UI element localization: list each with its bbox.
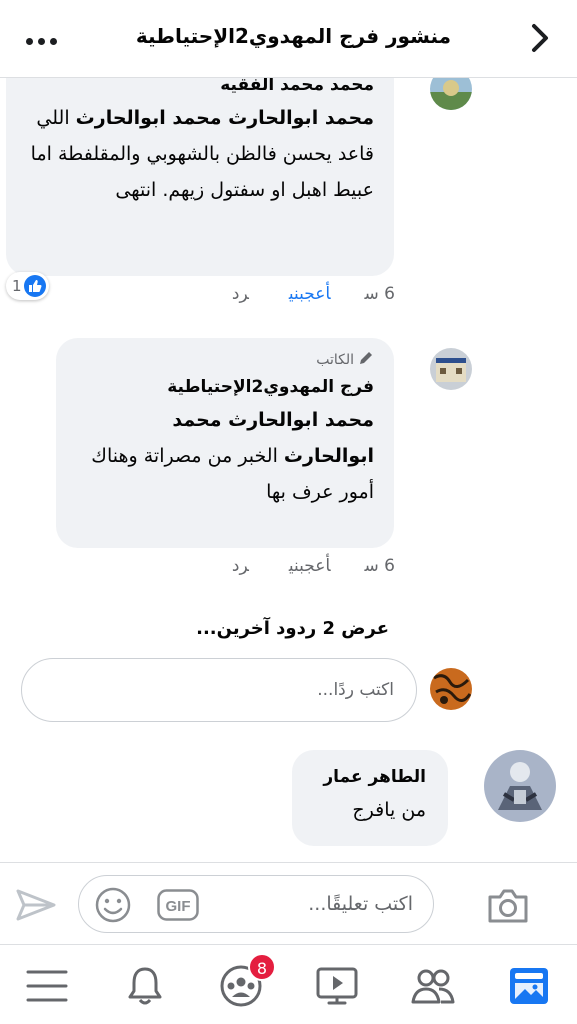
- reply-button[interactable]: رد: [232, 556, 249, 576]
- like-button[interactable]: أعجبني: [289, 284, 331, 304]
- comment-author[interactable]: محمد محمد الفقيه: [26, 78, 374, 100]
- comment-composer: اكتب تعليقًا... GIF: [0, 862, 577, 944]
- reaction-count[interactable]: 1: [6, 272, 49, 300]
- chevron-right-icon[interactable]: [525, 20, 555, 56]
- comment-actions: 6 س أعجبني رد: [192, 556, 395, 576]
- comment-author[interactable]: الطاهر عمار: [312, 762, 426, 792]
- comment-bubble: الطاهر عمار من يافرج: [292, 750, 448, 846]
- timestamp: 6 س: [364, 284, 395, 304]
- pencil-icon: [360, 352, 372, 364]
- reply-input[interactable]: اكتب ردًا...: [21, 658, 417, 722]
- tab-news-feed[interactable]: [506, 963, 552, 1009]
- author-tag: الكاتب: [76, 348, 374, 372]
- top-bar: منشور فرج المهدوي2الإحتياطية: [0, 0, 577, 78]
- bell-icon: [128, 967, 162, 1005]
- gif-icon[interactable]: GIF: [157, 889, 199, 921]
- comment-bubble: محمد محمد الفقيه محمد ابوالحارث محمد ابو…: [6, 78, 394, 276]
- send-icon[interactable]: [14, 885, 58, 925]
- tab-watch[interactable]: [314, 963, 360, 1009]
- more-options-icon[interactable]: [26, 30, 66, 45]
- timestamp: 6 س: [364, 556, 395, 576]
- tab-menu[interactable]: [24, 963, 70, 1009]
- video-icon: [316, 967, 358, 1005]
- mention[interactable]: محمد ابوالحارث محمد ابوالحارث: [76, 107, 374, 129]
- tab-notifications[interactable]: [122, 963, 168, 1009]
- comment-bubble: الكاتب فرج المهدوي2الإحتياطية محمد ابوال…: [56, 338, 394, 548]
- comment-input[interactable]: اكتب تعليقًا... GIF: [78, 875, 434, 933]
- comment-text: من يافرج: [352, 799, 426, 821]
- friends-icon: [411, 969, 455, 1004]
- comments-list[interactable]: محمد محمد الفقيه محمد ابوالحارث محمد ابو…: [0, 78, 577, 862]
- svg-text:GIF: GIF: [166, 898, 191, 915]
- avatar[interactable]: [430, 78, 472, 110]
- tab-friends[interactable]: [410, 963, 456, 1009]
- comment-actions: 6 س أعجبني رد: [192, 284, 395, 304]
- avatar[interactable]: [430, 348, 472, 390]
- menu-icon: [26, 970, 68, 1002]
- like-reaction-icon: [23, 275, 46, 297]
- like-button[interactable]: أعجبني: [289, 556, 331, 576]
- groups-badge: 8: [248, 953, 276, 981]
- comment-placeholder: اكتب تعليقًا...: [308, 893, 413, 915]
- page-title: منشور فرج المهدوي2الإحتياطية: [135, 24, 451, 48]
- emoji-icon[interactable]: [93, 886, 133, 924]
- comment-text: محمد ابوالحارث محمد ابوالحارث الخبر من م…: [91, 409, 374, 503]
- tab-bar: 8: [0, 944, 577, 1024]
- avatar: [430, 668, 472, 710]
- view-more-replies[interactable]: عرض 2 ردود آخرين...: [196, 618, 389, 639]
- camera-icon[interactable]: [486, 885, 530, 925]
- comment-text: محمد ابوالحارث محمد ابوالحارث اللي قاعد …: [30, 107, 374, 201]
- comment-author[interactable]: فرج المهدوي2الإحتياطية: [76, 372, 374, 402]
- avatar[interactable]: [484, 750, 556, 822]
- reply-button[interactable]: رد: [232, 284, 249, 304]
- news-feed-icon: [510, 968, 548, 1004]
